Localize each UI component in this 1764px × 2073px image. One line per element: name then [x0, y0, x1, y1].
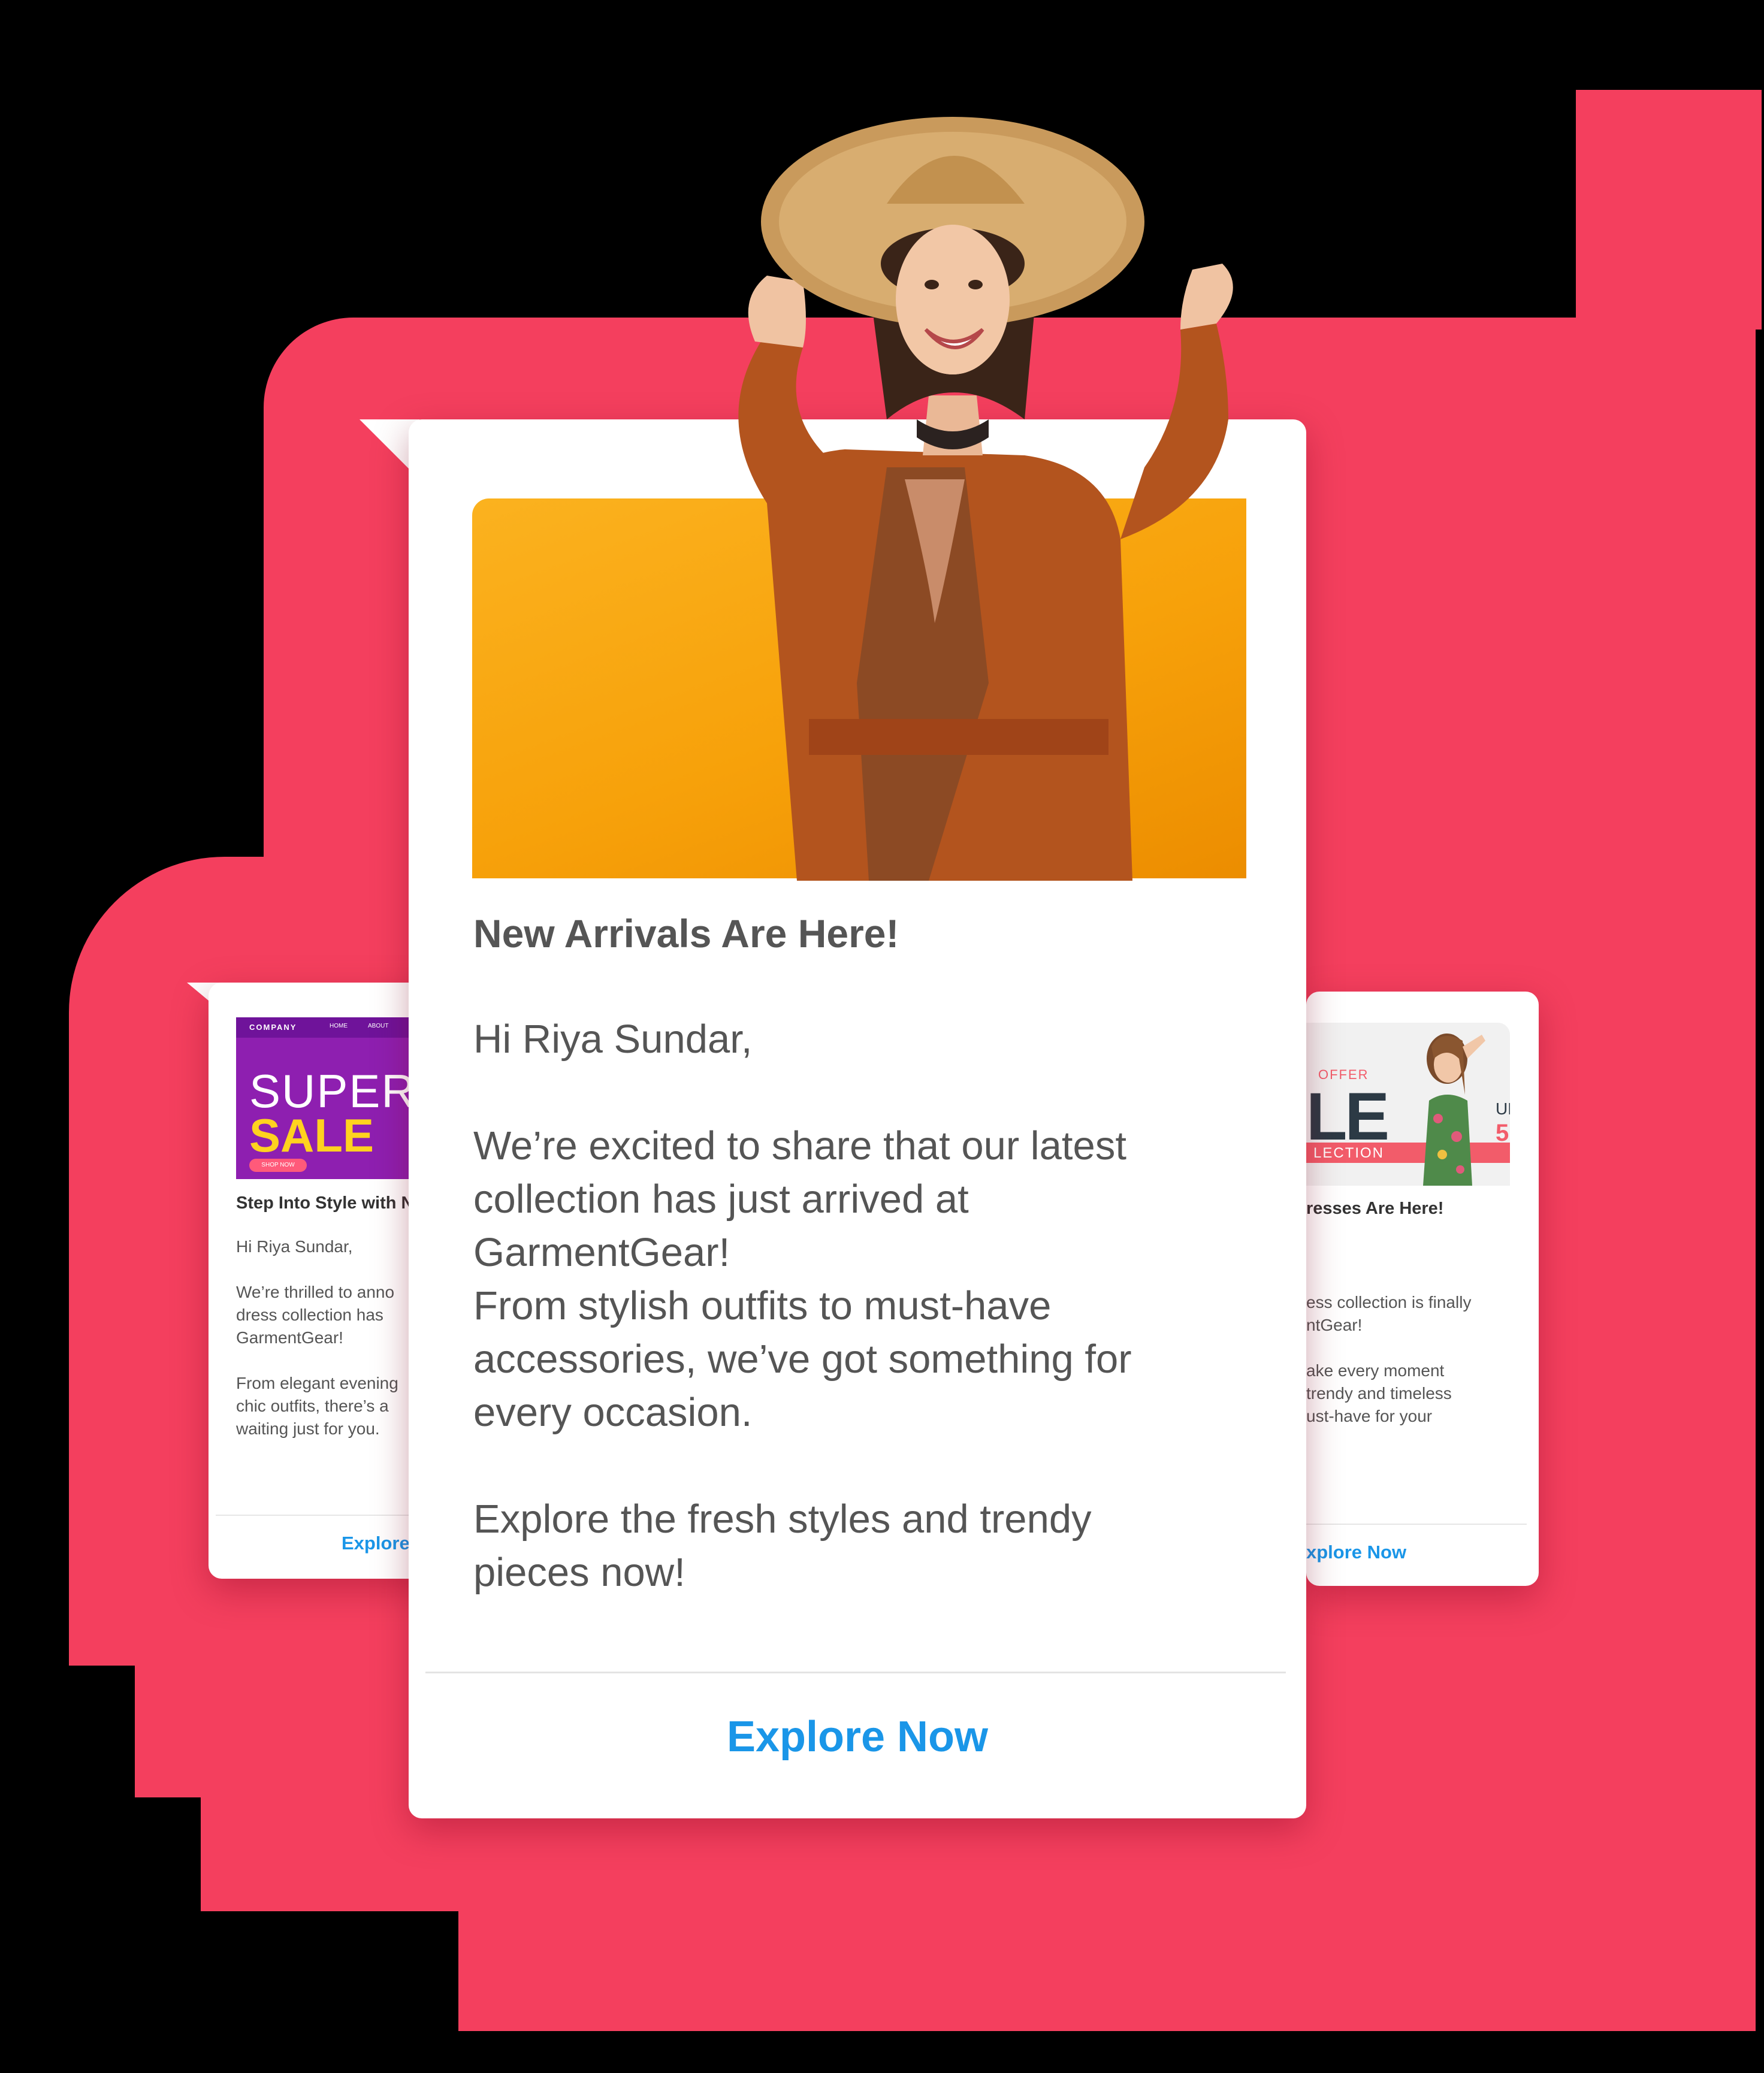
- banner-sale-text: SALE: [249, 1109, 374, 1162]
- left-card-title: Step Into Style with N: [236, 1193, 414, 1213]
- right-card-body: ess collection is finally ntGear! ake ev…: [1306, 1293, 1472, 1425]
- backdrop-step: [201, 1911, 458, 2031]
- banner-shop-now-button[interactable]: SHOP NOW: [249, 1159, 307, 1172]
- banner-percent-fragment: 5: [1496, 1120, 1509, 1146]
- right-card-explore-button[interactable]: xplore Now: [1306, 1542, 1406, 1563]
- backdrop-shape-top-right: [1576, 90, 1762, 330]
- main-card-title: New Arrivals Are Here!: [473, 911, 899, 956]
- backdrop-step: [135, 1797, 201, 2031]
- banner-nav-about: ABOUT: [368, 1023, 389, 1029]
- left-card-body: Hi Riya Sundar, We’re thrilled to anno d…: [236, 1237, 398, 1438]
- backdrop-step: [69, 1666, 135, 2031]
- banner-brand: COMPANY: [249, 1023, 297, 1032]
- banner-nav-home: HOME: [330, 1023, 348, 1029]
- main-card-body: Hi Riya Sundar, We’re excited to share t…: [473, 1017, 1132, 1595]
- main-card-divider: [425, 1672, 1286, 1673]
- super-sale-banner-image[interactable]: COMPANY HOME ABOUT SUPER SALE SHOP NOW: [236, 1017, 434, 1179]
- left-card-explore-button[interactable]: Explore: [342, 1533, 410, 1554]
- banner-nav: COMPANY HOME ABOUT: [236, 1017, 434, 1038]
- right-card-divider: [1306, 1524, 1527, 1525]
- banner-collection-text: LECTION: [1313, 1145, 1385, 1161]
- right-card-title: resses Are Here!: [1306, 1199, 1444, 1218]
- main-card-explore-now-button[interactable]: Explore Now: [409, 1712, 1306, 1761]
- banner-up-text: UP: [1496, 1099, 1510, 1118]
- dress-sale-banner-image[interactable]: OFFER LE LECTION UP 5: [1306, 1023, 1510, 1186]
- model-photo-icon: [1423, 1034, 1485, 1186]
- right-message-card[interactable]: OFFER LE LECTION UP 5 resses Are Here! e…: [1306, 992, 1539, 1586]
- model-with-hat-icon: [738, 117, 1233, 881]
